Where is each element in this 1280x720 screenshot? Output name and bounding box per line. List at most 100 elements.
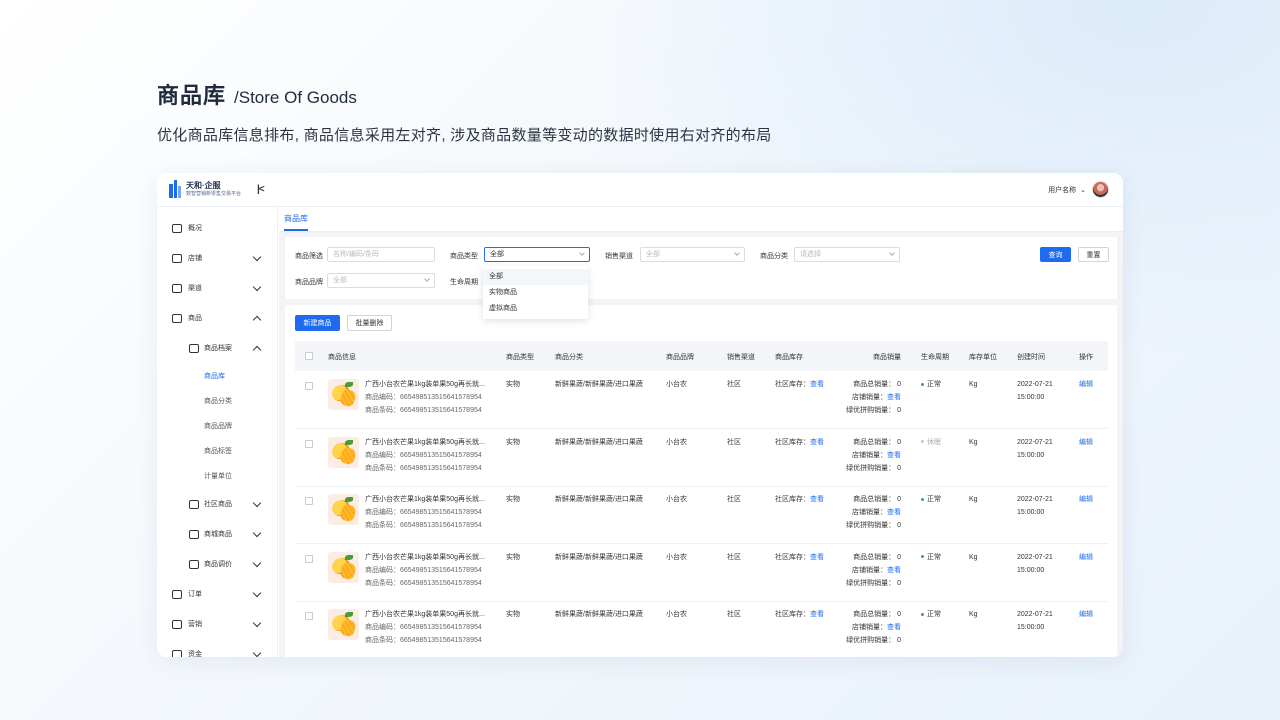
created-time: 2022-07-21 15:00:00: [1017, 611, 1053, 631]
avatar[interactable]: [1092, 181, 1109, 198]
product-image[interactable]: [328, 494, 359, 525]
product-image[interactable]: [328, 379, 359, 410]
sidebar-item-goods-library[interactable]: 商品库: [157, 366, 277, 386]
tab-goods-library[interactable]: 商品库: [284, 213, 308, 231]
product-name[interactable]: 广西小台农芒果1kg装单果50g再长就...: [365, 378, 505, 391]
stock-unit: Kg: [969, 496, 978, 503]
stock-unit: Kg: [969, 438, 978, 446]
sidebar-item-funds[interactable]: 资金: [157, 644, 277, 657]
table-row: 广西小台农芒果1kg装单果50g再长就... 商品编码：665498513515…: [295, 545, 1108, 602]
edit-link[interactable]: 编辑: [1079, 608, 1093, 621]
sales-channel-label: 销售渠道: [605, 253, 633, 260]
goods-brand-select[interactable]: 全部: [327, 273, 435, 288]
group-sales: 绿优拼购销量： 0: [846, 464, 901, 472]
sidebar-item-price-adjust[interactable]: 商品调价: [157, 554, 277, 574]
product-image[interactable]: [328, 609, 359, 640]
product-category: 新鲜果蔬/新鲜果蔬/进口果蔬: [555, 381, 643, 388]
sidebar-item-goods-tag[interactable]: 商品标签: [157, 441, 277, 461]
column-header: 库存单位: [969, 354, 997, 361]
status-dot: [921, 382, 924, 386]
column-header: 商品库存: [775, 354, 803, 361]
batch-delete-button[interactable]: 批量删除: [347, 315, 392, 331]
sidebar-item-order[interactable]: 订单: [157, 584, 277, 604]
row-checkbox[interactable]: [305, 497, 313, 505]
sales-channel: 社区: [727, 611, 741, 618]
row-checkbox[interactable]: [305, 382, 313, 390]
view-store-sales-link[interactable]: 查看: [887, 509, 901, 516]
product-type: 实物: [506, 611, 520, 618]
group-sales: 绿优拼购销量： 0: [846, 407, 901, 414]
product-name[interactable]: 广西小台农芒果1kg装单果50g再长就...: [365, 493, 505, 506]
edit-link[interactable]: 编辑: [1079, 378, 1093, 391]
edit-link[interactable]: 编辑: [1079, 436, 1093, 449]
column-header: 销售渠道: [727, 354, 755, 361]
chevron-down-icon: [252, 528, 262, 537]
product-barcode: 商品条码：665498513515641578954: [365, 407, 482, 414]
sidebar-item-channel[interactable]: 渠道: [157, 278, 277, 298]
user-name: 用户名称: [1048, 186, 1077, 194]
view-store-sales-link[interactable]: 查看: [887, 624, 901, 631]
sales-channel: 社区: [727, 496, 741, 503]
goods-icon: [172, 313, 182, 323]
goods-filter-input[interactable]: 名称/编码/条码: [327, 247, 435, 262]
sidebar-item-goods-brand[interactable]: 商品品牌: [157, 416, 277, 436]
logo-title: 天和·企服: [186, 180, 221, 190]
user-menu[interactable]: 用户名称 ⌄: [1048, 181, 1109, 198]
new-goods-button[interactable]: 新建商品: [295, 315, 340, 331]
page-heading: 商品库 /Store Of Goods: [157, 78, 357, 110]
sidebar-item-marketing[interactable]: 营销: [157, 614, 277, 634]
product-image[interactable]: [328, 436, 359, 468]
row-checkbox[interactable]: [305, 612, 313, 620]
sidebar-item-goods[interactable]: 商品: [157, 308, 277, 328]
edit-link[interactable]: 编辑: [1079, 493, 1093, 506]
dropdown-option[interactable]: 全部: [483, 269, 588, 285]
product-name[interactable]: 广西小台农芒果1kg装单果50g再长就...: [365, 436, 505, 449]
marketing-icon: [172, 619, 182, 629]
app-window: 天和·企服 数智营销新零售交易平台 |< 用户名称 ⌄ 概况 店铺 渠道 商品: [157, 173, 1123, 657]
goods-brand-label: 商品品牌: [295, 279, 323, 286]
query-button[interactable]: 查询: [1040, 247, 1071, 262]
row-checkbox[interactable]: [305, 439, 313, 448]
reset-button[interactable]: 重置: [1078, 247, 1109, 262]
chevron-down-icon: [252, 648, 262, 657]
product-code: 商品编码：665498513515641578954: [365, 624, 482, 631]
sidebar-item-goods-archive[interactable]: 商品档案: [157, 338, 277, 358]
view-store-sales-link[interactable]: 查看: [887, 394, 901, 401]
funds-icon: [172, 649, 182, 657]
dropdown-option[interactable]: 虚拟商品: [483, 301, 588, 317]
sidebar-item-overview[interactable]: 概况: [157, 218, 277, 238]
sales-channel: 社区: [727, 553, 741, 561]
sales-channel: 社区: [727, 381, 741, 388]
product-name[interactable]: 广西小台农芒果1kg装单果50g再长就...: [365, 608, 505, 621]
table-header: 商品信息 商品类型 商品分类 商品品牌 销售渠道 商品库存 商品销量 生命周期 …: [295, 341, 1108, 371]
column-header: 创建时间: [1017, 354, 1045, 361]
collapse-sidebar-icon[interactable]: |<: [257, 184, 265, 195]
goods-category-select[interactable]: 请选择: [794, 247, 900, 262]
sidebar-item-store[interactable]: 店铺: [157, 248, 277, 268]
chevron-down-icon: [252, 618, 262, 627]
select-all-checkbox[interactable]: [305, 352, 313, 360]
sidebar-item-goods-category[interactable]: 商品分类: [157, 391, 277, 411]
dropdown-option[interactable]: 实物商品: [483, 285, 588, 301]
lifecycle-label: 生命周期: [450, 279, 478, 286]
sidebar-item-community-goods[interactable]: 社区商品: [157, 494, 277, 514]
sales-channel-select[interactable]: 全部: [640, 247, 745, 262]
goods-type-select[interactable]: 全部: [484, 247, 590, 262]
total-sales: 商品总销量： 0: [853, 381, 901, 388]
total-sales: 商品总销量： 0: [853, 611, 901, 618]
view-store-sales-link[interactable]: 查看: [887, 567, 901, 574]
row-checkbox[interactable]: [305, 554, 313, 563]
product-name[interactable]: 广西小台农芒果1kg装单果50g再长就...: [365, 551, 505, 564]
logo[interactable]: 天和·企服 数智营销新零售交易平台: [169, 180, 241, 198]
product-image[interactable]: [328, 551, 359, 583]
chevron-up-icon: [252, 345, 262, 354]
product-barcode: 商品条码：665498513515641578954: [365, 464, 482, 472]
sidebar-item-mall-goods[interactable]: 商城商品: [157, 524, 277, 544]
filter-panel: 商品筛选 名称/编码/条码 商品类型 全部 销售渠道 全部 商品分类 请选择 查…: [285, 237, 1117, 299]
view-store-sales-link[interactable]: 查看: [887, 452, 901, 459]
sidebar-item-unit[interactable]: 计量单位: [157, 466, 277, 486]
stock-unit: Kg: [969, 611, 978, 618]
edit-link[interactable]: 编辑: [1079, 551, 1093, 564]
product-info: 广西小台农芒果1kg装单果50g再长就... 商品编码：665498513515…: [365, 436, 505, 475]
chevron-down-icon: [579, 250, 585, 256]
